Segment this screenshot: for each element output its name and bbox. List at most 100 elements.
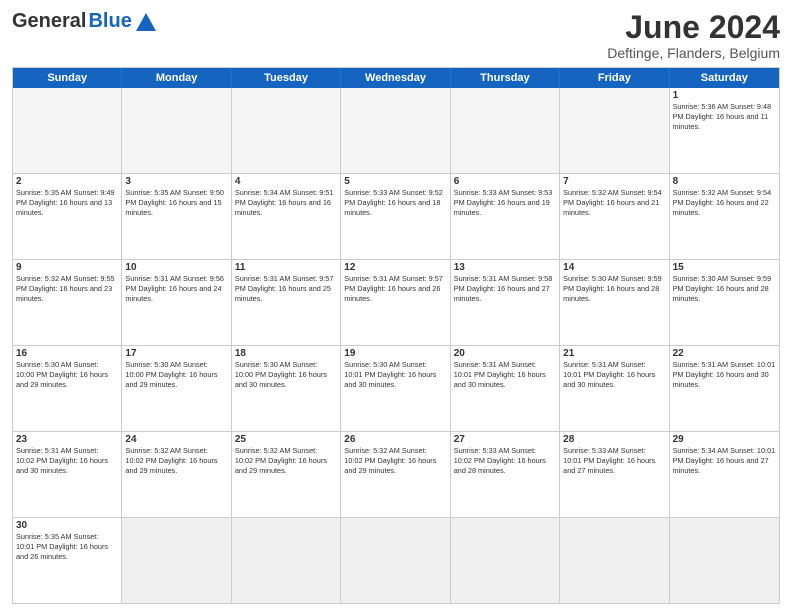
day-info: Sunrise: 5:32 AM Sunset: 10:02 PM Daylig…	[125, 446, 227, 476]
day-info: Sunrise: 5:33 AM Sunset: 10:01 PM Daylig…	[563, 446, 665, 476]
day-info: Sunrise: 5:31 AM Sunset: 9:57 PM Dayligh…	[344, 274, 446, 304]
calendar-week-2: 2Sunrise: 5:35 AM Sunset: 9:49 PM Daylig…	[13, 173, 779, 259]
logo-general-text: General	[12, 10, 86, 33]
day-info: Sunrise: 5:30 AM Sunset: 10:00 PM Daylig…	[125, 360, 227, 390]
day-number: 12	[344, 262, 446, 273]
day-info: Sunrise: 5:33 AM Sunset: 9:52 PM Dayligh…	[344, 188, 446, 218]
calendar-cell: 10Sunrise: 5:31 AM Sunset: 9:56 PM Dayli…	[122, 260, 231, 345]
day-number: 25	[235, 434, 337, 445]
day-info: Sunrise: 5:30 AM Sunset: 9:59 PM Dayligh…	[563, 274, 665, 304]
calendar-cell	[560, 518, 669, 603]
calendar-cell: 21Sunrise: 5:31 AM Sunset: 10:01 PM Dayl…	[560, 346, 669, 431]
calendar-cell: 3Sunrise: 5:35 AM Sunset: 9:50 PM Daylig…	[122, 174, 231, 259]
calendar-cell: 18Sunrise: 5:30 AM Sunset: 10:00 PM Dayl…	[232, 346, 341, 431]
day-info: Sunrise: 5:32 AM Sunset: 9:54 PM Dayligh…	[673, 188, 776, 218]
day-number: 22	[673, 348, 776, 359]
month-title: June 2024	[607, 10, 780, 45]
calendar-cell: 16Sunrise: 5:30 AM Sunset: 10:00 PM Dayl…	[13, 346, 122, 431]
weekday-header-saturday: Saturday	[670, 68, 779, 88]
calendar-body: 1Sunrise: 5:36 AM Sunset: 9:48 PM Daylig…	[13, 88, 779, 603]
calendar-cell: 8Sunrise: 5:32 AM Sunset: 9:54 PM Daylig…	[670, 174, 779, 259]
calendar-cell: 15Sunrise: 5:30 AM Sunset: 9:59 PM Dayli…	[670, 260, 779, 345]
calendar-cell: 9Sunrise: 5:32 AM Sunset: 9:55 PM Daylig…	[13, 260, 122, 345]
day-number: 20	[454, 348, 556, 359]
day-number: 14	[563, 262, 665, 273]
day-number: 10	[125, 262, 227, 273]
calendar-cell: 2Sunrise: 5:35 AM Sunset: 9:49 PM Daylig…	[13, 174, 122, 259]
day-info: Sunrise: 5:33 AM Sunset: 10:02 PM Daylig…	[454, 446, 556, 476]
calendar-cell	[13, 88, 122, 173]
day-number: 8	[673, 176, 776, 187]
day-number: 24	[125, 434, 227, 445]
calendar-cell	[451, 88, 560, 173]
header: General Blue June 2024 Deftinge, Flander…	[12, 10, 780, 61]
weekday-header-monday: Monday	[122, 68, 231, 88]
day-info: Sunrise: 5:30 AM Sunset: 10:01 PM Daylig…	[344, 360, 446, 390]
day-info: Sunrise: 5:32 AM Sunset: 9:54 PM Dayligh…	[563, 188, 665, 218]
weekday-header-friday: Friday	[560, 68, 669, 88]
day-number: 11	[235, 262, 337, 273]
day-number: 29	[673, 434, 776, 445]
day-info: Sunrise: 5:31 AM Sunset: 10:02 PM Daylig…	[16, 446, 118, 476]
calendar-cell: 5Sunrise: 5:33 AM Sunset: 9:52 PM Daylig…	[341, 174, 450, 259]
day-info: Sunrise: 5:35 AM Sunset: 10:01 PM Daylig…	[16, 532, 118, 562]
calendar-cell: 23Sunrise: 5:31 AM Sunset: 10:02 PM Dayl…	[13, 432, 122, 517]
weekday-header-wednesday: Wednesday	[341, 68, 450, 88]
day-number: 3	[125, 176, 227, 187]
day-info: Sunrise: 5:35 AM Sunset: 9:50 PM Dayligh…	[125, 188, 227, 218]
day-info: Sunrise: 5:34 AM Sunset: 9:51 PM Dayligh…	[235, 188, 337, 218]
day-info: Sunrise: 5:31 AM Sunset: 10:01 PM Daylig…	[454, 360, 556, 390]
day-info: Sunrise: 5:31 AM Sunset: 10:01 PM Daylig…	[673, 360, 776, 390]
calendar-week-1: 1Sunrise: 5:36 AM Sunset: 9:48 PM Daylig…	[13, 88, 779, 173]
calendar-cell	[451, 518, 560, 603]
calendar-cell: 19Sunrise: 5:30 AM Sunset: 10:01 PM Dayl…	[341, 346, 450, 431]
day-info: Sunrise: 5:32 AM Sunset: 10:02 PM Daylig…	[344, 446, 446, 476]
day-info: Sunrise: 5:32 AM Sunset: 10:02 PM Daylig…	[235, 446, 337, 476]
day-info: Sunrise: 5:36 AM Sunset: 9:48 PM Dayligh…	[673, 102, 776, 132]
calendar-cell: 17Sunrise: 5:30 AM Sunset: 10:00 PM Dayl…	[122, 346, 231, 431]
day-number: 9	[16, 262, 118, 273]
calendar-week-5: 23Sunrise: 5:31 AM Sunset: 10:02 PM Dayl…	[13, 431, 779, 517]
day-number: 18	[235, 348, 337, 359]
calendar-cell	[232, 518, 341, 603]
day-number: 13	[454, 262, 556, 273]
calendar-cell: 13Sunrise: 5:31 AM Sunset: 9:58 PM Dayli…	[451, 260, 560, 345]
calendar-week-6: 30Sunrise: 5:35 AM Sunset: 10:01 PM Dayl…	[13, 517, 779, 603]
day-info: Sunrise: 5:33 AM Sunset: 9:53 PM Dayligh…	[454, 188, 556, 218]
weekday-header-thursday: Thursday	[451, 68, 560, 88]
calendar: SundayMondayTuesdayWednesdayThursdayFrid…	[12, 67, 780, 604]
day-info: Sunrise: 5:31 AM Sunset: 10:01 PM Daylig…	[563, 360, 665, 390]
day-info: Sunrise: 5:35 AM Sunset: 9:49 PM Dayligh…	[16, 188, 118, 218]
calendar-cell: 28Sunrise: 5:33 AM Sunset: 10:01 PM Dayl…	[560, 432, 669, 517]
day-info: Sunrise: 5:31 AM Sunset: 9:58 PM Dayligh…	[454, 274, 556, 304]
calendar-cell: 30Sunrise: 5:35 AM Sunset: 10:01 PM Dayl…	[13, 518, 122, 603]
calendar-cell: 25Sunrise: 5:32 AM Sunset: 10:02 PM Dayl…	[232, 432, 341, 517]
calendar-cell	[122, 518, 231, 603]
day-info: Sunrise: 5:34 AM Sunset: 10:01 PM Daylig…	[673, 446, 776, 476]
calendar-cell: 26Sunrise: 5:32 AM Sunset: 10:02 PM Dayl…	[341, 432, 450, 517]
calendar-cell: 11Sunrise: 5:31 AM Sunset: 9:57 PM Dayli…	[232, 260, 341, 345]
calendar-cell: 12Sunrise: 5:31 AM Sunset: 9:57 PM Dayli…	[341, 260, 450, 345]
logo: General Blue	[12, 10, 156, 33]
weekday-header-tuesday: Tuesday	[232, 68, 341, 88]
day-number: 19	[344, 348, 446, 359]
day-number: 30	[16, 520, 118, 531]
logo-triangle-icon	[136, 13, 156, 31]
day-number: 23	[16, 434, 118, 445]
calendar-cell: 24Sunrise: 5:32 AM Sunset: 10:02 PM Dayl…	[122, 432, 231, 517]
day-number: 16	[16, 348, 118, 359]
day-info: Sunrise: 5:30 AM Sunset: 10:00 PM Daylig…	[16, 360, 118, 390]
day-number: 5	[344, 176, 446, 187]
day-info: Sunrise: 5:31 AM Sunset: 9:56 PM Dayligh…	[125, 274, 227, 304]
calendar-cell: 27Sunrise: 5:33 AM Sunset: 10:02 PM Dayl…	[451, 432, 560, 517]
calendar-cell	[341, 518, 450, 603]
calendar-cell	[670, 518, 779, 603]
day-number: 21	[563, 348, 665, 359]
calendar-cell: 6Sunrise: 5:33 AM Sunset: 9:53 PM Daylig…	[451, 174, 560, 259]
calendar-cell	[232, 88, 341, 173]
calendar-header: SundayMondayTuesdayWednesdayThursdayFrid…	[13, 68, 779, 88]
day-number: 2	[16, 176, 118, 187]
calendar-cell: 1Sunrise: 5:36 AM Sunset: 9:48 PM Daylig…	[670, 88, 779, 173]
day-info: Sunrise: 5:30 AM Sunset: 10:00 PM Daylig…	[235, 360, 337, 390]
day-number: 28	[563, 434, 665, 445]
